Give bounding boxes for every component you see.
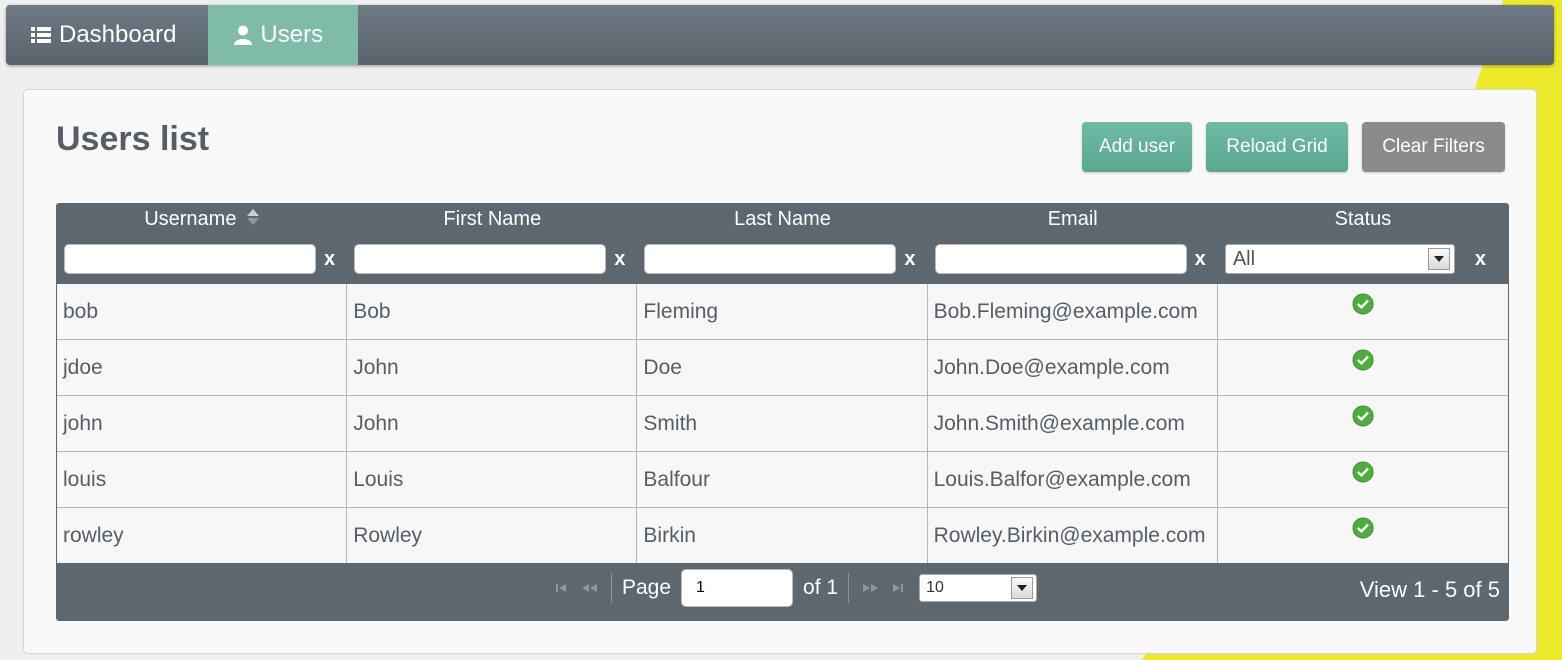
status-filter-select[interactable]: All bbox=[1224, 244, 1455, 274]
table-row[interactable]: jdoe John Doe John.Doe@example.com bbox=[57, 340, 1508, 396]
clear-email-filter[interactable]: x bbox=[1195, 248, 1206, 271]
cell-email: Rowley.Birkin@example.com bbox=[928, 508, 1218, 563]
clear-filters-button[interactable]: Clear Filters bbox=[1362, 122, 1505, 172]
clear-first-name-filter[interactable]: x bbox=[614, 248, 625, 271]
column-header-email[interactable]: Email bbox=[928, 204, 1218, 234]
chevron-down-icon bbox=[1011, 577, 1034, 599]
check-circle-icon bbox=[1352, 284, 1374, 337]
table-row[interactable]: louis Louis Balfour Louis.Balfor@example… bbox=[57, 452, 1508, 508]
list-icon bbox=[31, 26, 51, 44]
filter-cell-status: All x bbox=[1218, 234, 1508, 284]
cell-status bbox=[1218, 396, 1508, 451]
table-row[interactable]: rowley Rowley Birkin Rowley.Birkin@examp… bbox=[57, 508, 1508, 564]
grid-pager: Page of 1 10 View 1 - 5 of 5 bbox=[57, 563, 1508, 620]
cell-status bbox=[1218, 508, 1508, 563]
email-filter-input[interactable] bbox=[934, 244, 1187, 274]
cell-status bbox=[1218, 452, 1508, 507]
table-row[interactable]: john John Smith John.Smith@example.com bbox=[57, 396, 1508, 452]
rows-per-page-value: 10 bbox=[926, 579, 944, 596]
column-header-first-name[interactable]: First Name bbox=[347, 204, 637, 234]
table-row[interactable]: bob Bob Fleming Bob.Fleming@example.com bbox=[57, 284, 1508, 340]
add-user-button[interactable]: Add user bbox=[1082, 122, 1192, 172]
cell-first-name: John bbox=[347, 396, 638, 451]
cell-first-name: Louis bbox=[347, 452, 638, 507]
page-count-label: of 1 bbox=[803, 576, 839, 599]
clear-username-filter[interactable]: x bbox=[324, 248, 335, 271]
filter-row: x x x x All x bbox=[57, 234, 1508, 284]
page-label: Page bbox=[622, 576, 672, 599]
sort-icon bbox=[246, 205, 260, 235]
last-name-filter-input[interactable] bbox=[644, 244, 897, 274]
column-header-last-name[interactable]: Last Name bbox=[637, 204, 927, 234]
users-grid: Username First Name Last Name Email Stat… bbox=[56, 203, 1509, 621]
nav-item-dashboard[interactable]: Dashboard bbox=[6, 5, 208, 65]
page-number-input[interactable] bbox=[681, 569, 794, 607]
reload-grid-button[interactable]: Reload Grid bbox=[1206, 122, 1348, 172]
username-filter-input[interactable] bbox=[64, 244, 316, 274]
cell-email: John.Doe@example.com bbox=[928, 340, 1218, 395]
cell-last-name: Birkin bbox=[637, 508, 928, 563]
cell-last-name: Balfour bbox=[637, 452, 928, 507]
clear-last-name-filter[interactable]: x bbox=[904, 248, 915, 271]
cell-email: John.Smith@example.com bbox=[928, 396, 1218, 451]
grid-toolbar: Add user Reload Grid Clear Filters bbox=[1082, 122, 1505, 172]
check-circle-icon bbox=[1352, 340, 1374, 393]
page-title: Users list bbox=[56, 120, 210, 158]
first-page-icon[interactable] bbox=[554, 583, 570, 593]
status-filter-value: All bbox=[1232, 248, 1256, 270]
clear-status-filter[interactable]: x bbox=[1475, 248, 1486, 271]
grid-body: bob Bob Fleming Bob.Fleming@example.com … bbox=[57, 284, 1508, 564]
check-circle-icon bbox=[1352, 452, 1374, 505]
cell-last-name: Fleming bbox=[637, 284, 928, 339]
previous-page-icon[interactable] bbox=[580, 583, 600, 593]
top-navbar: Dashboard Users bbox=[6, 5, 1554, 65]
cell-status bbox=[1218, 284, 1508, 339]
filter-cell-username: x bbox=[57, 234, 347, 284]
chevron-down-icon bbox=[1427, 248, 1450, 270]
pager-separator bbox=[611, 573, 612, 603]
cell-username: rowley bbox=[57, 508, 348, 563]
filter-cell-last-name: x bbox=[637, 234, 927, 284]
cell-username: john bbox=[57, 396, 348, 451]
cell-last-name: Doe bbox=[637, 340, 928, 395]
check-circle-icon bbox=[1352, 396, 1374, 449]
column-headers: Username First Name Last Name Email Stat… bbox=[57, 204, 1508, 234]
user-icon bbox=[234, 25, 253, 45]
cell-last-name: Smith bbox=[637, 396, 928, 451]
cell-username: jdoe bbox=[57, 340, 348, 395]
cell-email: Bob.Fleming@example.com bbox=[928, 284, 1218, 339]
records-info: View 1 - 5 of 5 bbox=[1359, 577, 1500, 602]
check-circle-icon bbox=[1352, 508, 1374, 561]
pager-controls: Page of 1 10 bbox=[549, 568, 1038, 608]
nav-item-users-label: Users bbox=[260, 21, 324, 48]
cell-first-name: John bbox=[347, 340, 638, 395]
column-header-username[interactable]: Username bbox=[57, 204, 347, 234]
cell-username: bob bbox=[57, 284, 348, 339]
filter-cell-email: x bbox=[928, 234, 1218, 284]
cell-first-name: Rowley bbox=[347, 508, 638, 563]
nav-item-users[interactable]: Users bbox=[208, 5, 359, 65]
cell-first-name: Bob bbox=[347, 284, 638, 339]
rows-per-page-select[interactable]: 10 bbox=[919, 574, 1038, 602]
first-name-filter-input[interactable] bbox=[354, 244, 607, 274]
grid-header: Username First Name Last Name Email Stat… bbox=[57, 204, 1508, 284]
cell-username: louis bbox=[57, 452, 348, 507]
nav-item-dashboard-label: Dashboard bbox=[59, 21, 177, 48]
filter-cell-first-name: x bbox=[347, 234, 637, 284]
column-header-status[interactable]: Status bbox=[1218, 204, 1508, 234]
cell-email: Louis.Balfor@example.com bbox=[928, 452, 1218, 507]
pager-separator bbox=[848, 573, 850, 603]
last-page-icon[interactable] bbox=[890, 583, 906, 593]
cell-status bbox=[1218, 340, 1508, 395]
column-header-username-label: Username bbox=[144, 208, 237, 230]
next-page-icon[interactable] bbox=[860, 583, 880, 593]
users-panel: Users list Add user Reload Grid Clear Fi… bbox=[23, 89, 1537, 654]
